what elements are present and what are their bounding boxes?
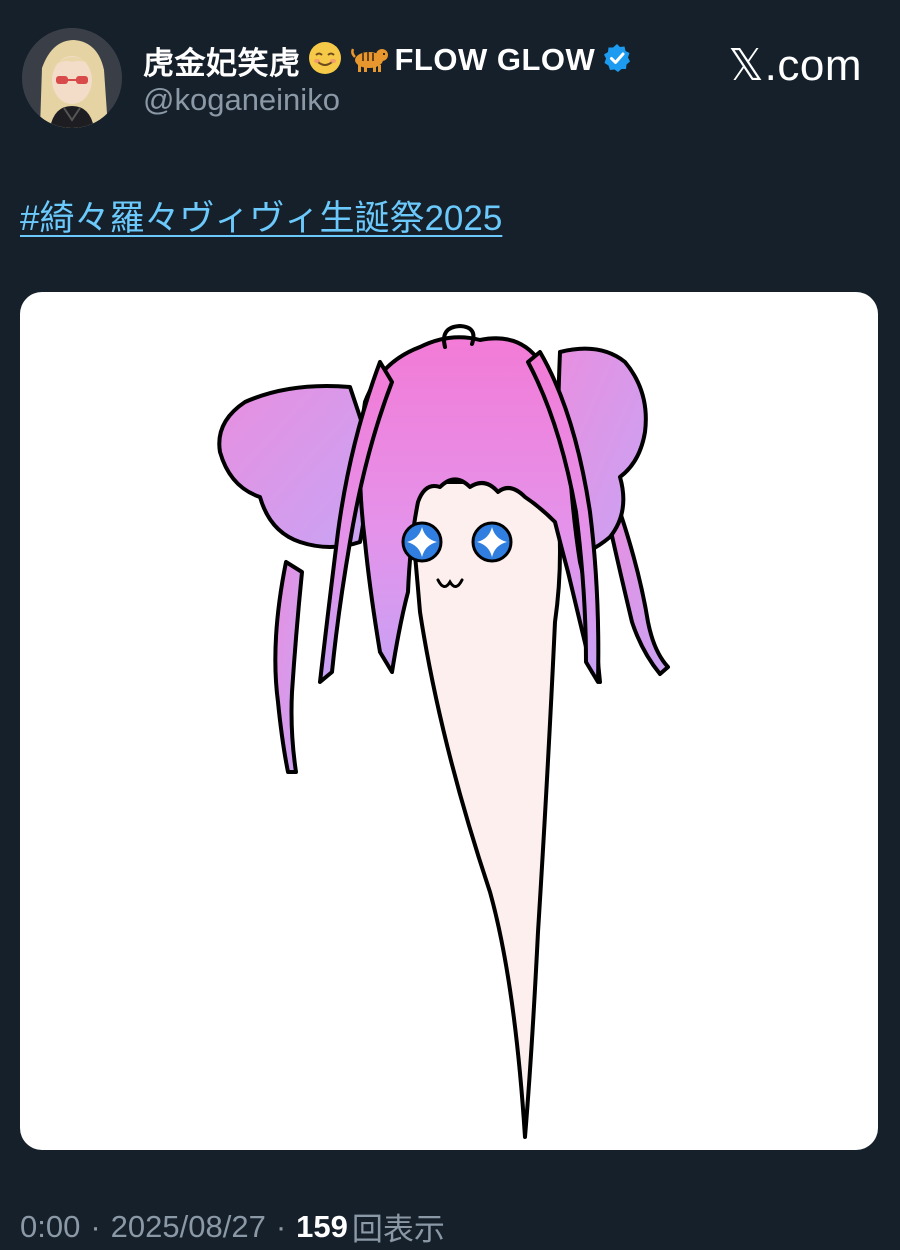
verified-badge-icon <box>601 42 633 79</box>
post-time: 0:00 <box>20 1208 81 1244</box>
post-header: 虎金妃笑虎 FLOW GLOW @koganeiniko 𝕏 .com <box>0 0 900 150</box>
tiger-emoji <box>349 43 389 78</box>
smiling-face-icon <box>308 41 341 74</box>
smiling-face-emoji <box>307 40 343 81</box>
author-display-name[interactable]: 虎金妃笑虎 <box>143 38 301 83</box>
views-count: 159 <box>296 1208 348 1244</box>
author-handle[interactable]: @koganeiniko <box>143 82 340 118</box>
hashtag-link[interactable]: #綺々羅々ヴィヴィ生誕祭2025 <box>20 190 502 241</box>
author-name-suffix[interactable]: FLOW GLOW <box>395 42 596 78</box>
tiger-icon <box>350 47 388 72</box>
left-ribbon-tail <box>273 560 304 774</box>
illustration <box>217 323 670 1139</box>
body-cone <box>406 480 562 1139</box>
right-ribbon-tail <box>608 510 670 676</box>
author-avatar[interactable] <box>22 28 122 128</box>
meta-separator: · <box>90 1208 101 1244</box>
post-meta: 0:00 · 2025/08/27 · 159 回表示 <box>20 1204 445 1249</box>
left-eye <box>401 521 443 563</box>
views-label: 回表示 <box>351 1212 445 1247</box>
site-brand: 𝕏 .com <box>728 40 862 91</box>
site-domain: .com <box>764 40 862 90</box>
x-logo-icon: 𝕏 <box>728 40 764 91</box>
post-media-image[interactable] <box>20 292 878 1150</box>
author-name-row[interactable]: 虎金妃笑虎 FLOW GLOW <box>143 38 633 82</box>
meta-separator: · <box>275 1208 287 1244</box>
post-date[interactable]: 2025/08/27 <box>111 1209 266 1245</box>
avatar-image <box>22 28 122 128</box>
right-eye <box>471 521 513 563</box>
